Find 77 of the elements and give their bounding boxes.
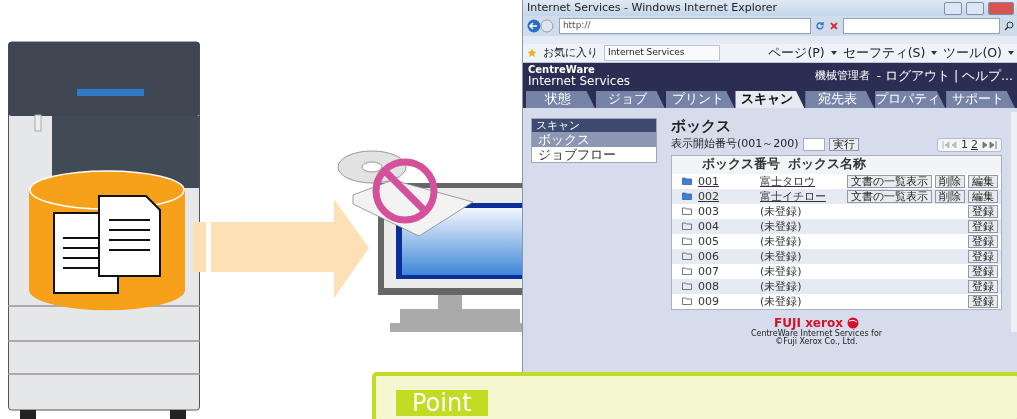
row-button[interactable]: 登録 — [968, 249, 998, 263]
back-icon[interactable] — [527, 19, 555, 33]
address-field[interactable]: http:// — [558, 18, 811, 34]
box-number: 003 — [698, 204, 720, 218]
caret-icon[interactable] — [931, 51, 938, 55]
command-menu[interactable]: セーフティ(S) — [842, 44, 926, 62]
box-number: 007 — [698, 264, 720, 278]
box-number: 005 — [698, 234, 720, 248]
box-number: 004 — [698, 219, 720, 233]
box-name-link[interactable]: 富士タロウ — [760, 173, 840, 189]
box-name: (未登録) — [760, 248, 803, 264]
point-label: Point — [396, 390, 488, 416]
row-button[interactable]: 登録 — [968, 219, 998, 233]
row-button[interactable]: 登録 — [968, 204, 998, 218]
user-menu[interactable]: - ログアウト | ヘルプ... — [876, 69, 1013, 83]
footer-text: CentreWare Internet Services for — [750, 329, 883, 338]
row-button[interactable]: 文書の一覧表示 — [847, 189, 932, 203]
nav-tab[interactable]: 状態 — [526, 91, 595, 108]
box-number: 008 — [698, 279, 720, 293]
nav-tab[interactable]: プロパティ — [875, 91, 946, 108]
page-number[interactable]: 1 — [961, 138, 968, 151]
box-name: (未登録) — [760, 263, 803, 279]
brand-text: Internet Services — [528, 74, 631, 89]
browser-tab[interactable]: Internet Services — [604, 45, 720, 61]
row-button[interactable]: 登録 — [968, 294, 998, 308]
maximize-icon[interactable] — [966, 1, 984, 15]
close-icon[interactable] — [988, 1, 1014, 15]
box-name: (未登録) — [760, 218, 803, 234]
row-button[interactable]: 編集 — [968, 189, 998, 203]
window-title: Internet Services - Windows Internet Explorer — [527, 1, 778, 15]
box-name: (未登録) — [760, 278, 803, 294]
box-number: 006 — [698, 249, 720, 263]
page-number[interactable]: 2 — [971, 138, 978, 151]
command-menu[interactable]: ページ(P) — [768, 44, 825, 62]
start-number-label: 表示開始番号(001～200) — [671, 138, 799, 151]
row-button[interactable]: 削除 — [935, 174, 965, 188]
box-name: (未登録) — [760, 203, 803, 219]
go-button[interactable]: 実行 — [828, 138, 859, 151]
stop-icon[interactable] — [828, 21, 839, 31]
row-button[interactable]: 登録 — [968, 264, 998, 278]
row-button[interactable]: 編集 — [968, 174, 998, 188]
nav-tab[interactable]: サポート — [946, 91, 1015, 108]
box-name-link[interactable]: 富士イチロー — [760, 188, 840, 204]
start-number-field[interactable] — [802, 138, 825, 151]
row-button[interactable]: 削除 — [935, 189, 965, 203]
row-button[interactable]: 登録 — [968, 279, 998, 293]
nav-tab[interactable]: 宛先表 — [805, 91, 875, 108]
search-icon[interactable] — [1004, 21, 1014, 31]
star-icon — [527, 48, 537, 58]
nav-tab[interactable]: プリント — [665, 91, 735, 108]
logo-icon — [846, 317, 859, 330]
command-menu[interactable]: ツール(O) — [943, 44, 1002, 62]
last-page-icon[interactable] — [981, 140, 997, 149]
refresh-icon[interactable] — [814, 21, 825, 31]
logo-text: FUJI xerox — [774, 316, 843, 330]
nav-tab[interactable]: ジョブ — [595, 91, 665, 108]
box-number: 009 — [698, 294, 720, 308]
scrollbar[interactable] — [1011, 112, 1017, 332]
row-button[interactable]: 文書の一覧表示 — [847, 174, 932, 188]
sidebar-title: スキャン — [532, 119, 656, 132]
caret-icon[interactable] — [830, 51, 837, 55]
column-header: ボックス番号 — [702, 156, 781, 173]
minimize-icon[interactable] — [944, 1, 962, 15]
box-number-link[interactable]: 002 — [698, 189, 754, 203]
box-number-link[interactable]: 001 — [698, 174, 754, 188]
page-heading: ボックス — [671, 118, 732, 135]
nav-tab[interactable]: スキャン — [735, 91, 805, 108]
box-name: (未登録) — [760, 293, 803, 309]
caret-icon[interactable] — [1008, 51, 1014, 55]
footer-text: ©Fuji Xerox Co., Ltd. — [775, 338, 858, 348]
box-name: (未登録) — [760, 233, 803, 249]
user-name: 機械管理者 — [815, 69, 871, 83]
favorites-link[interactable]: お気に入り — [543, 46, 598, 60]
brand-text: CentreWare — [528, 63, 596, 75]
column-header: ボックス名称 — [788, 156, 867, 173]
search-field[interactable] — [842, 18, 1001, 34]
row-button[interactable]: 登録 — [968, 234, 998, 248]
